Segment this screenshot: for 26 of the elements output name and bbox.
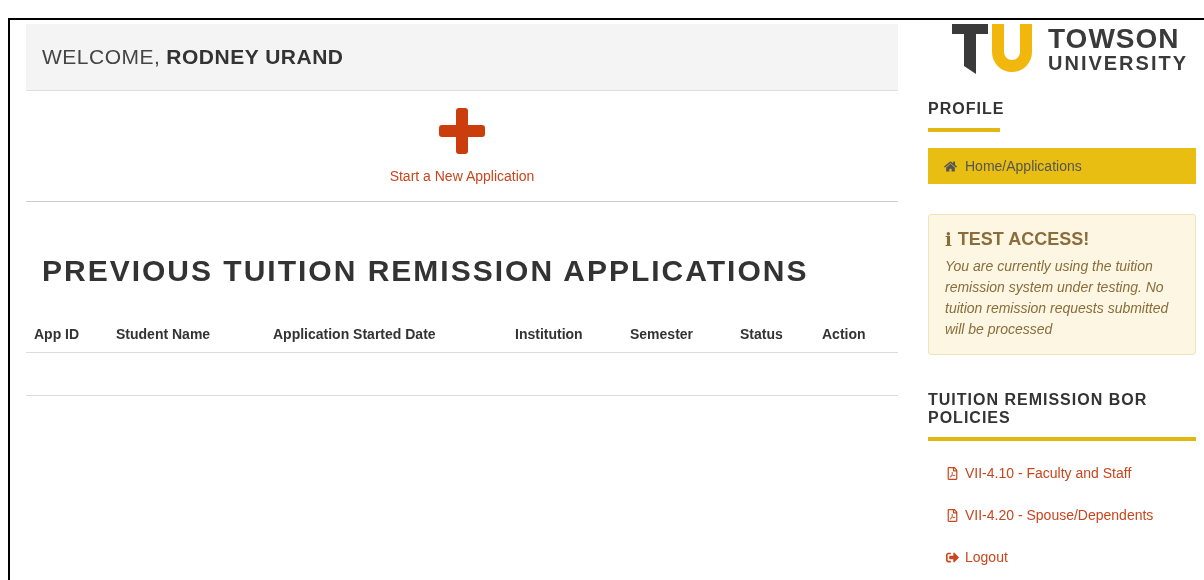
pdf-icon: [946, 508, 959, 522]
profile-heading: PROFILE: [928, 100, 1006, 118]
alert-message: You are currently using the tuition remission system under testing. No tuition remission requests submitted will be processed: [945, 257, 1170, 339]
pdf-icon: [946, 466, 959, 480]
logout-icon: [946, 550, 959, 564]
info-icon: i: [945, 229, 952, 250]
new-application-link[interactable]: Start a New Application: [389, 108, 535, 184]
policy-link[interactable]: VII-4.20 - Spouse/Dependents: [928, 507, 1196, 523]
column-header: App ID: [34, 326, 81, 342]
user-name: RODNEY URAND: [166, 45, 344, 69]
column-header: Action: [822, 326, 867, 342]
section-title: PREVIOUS TUITION REMISSION APPLICATIONS: [42, 254, 810, 288]
column-header: Student Name: [116, 326, 212, 342]
alert-title: TEST ACCESS!: [957, 229, 1090, 250]
welcome-text: WELCOME,: [42, 45, 161, 69]
logo-text: TOWSON UNIVERSITY: [1048, 25, 1189, 73]
column-header: Institution: [515, 326, 584, 342]
column-header: Semester: [630, 326, 695, 342]
home-link[interactable]: Home/Applications: [928, 148, 1196, 184]
plus-icon: [439, 108, 485, 154]
logout-link[interactable]: Logout: [928, 549, 1196, 565]
policies-heading: TUITION REMISSION BOR POLICIES: [928, 391, 1149, 427]
column-header: Status: [740, 326, 784, 342]
home-icon: [944, 159, 957, 173]
policy-link[interactable]: VII-4.10 - Faculty and Staff: [928, 465, 1196, 481]
column-header: Application Started Date: [273, 326, 437, 342]
